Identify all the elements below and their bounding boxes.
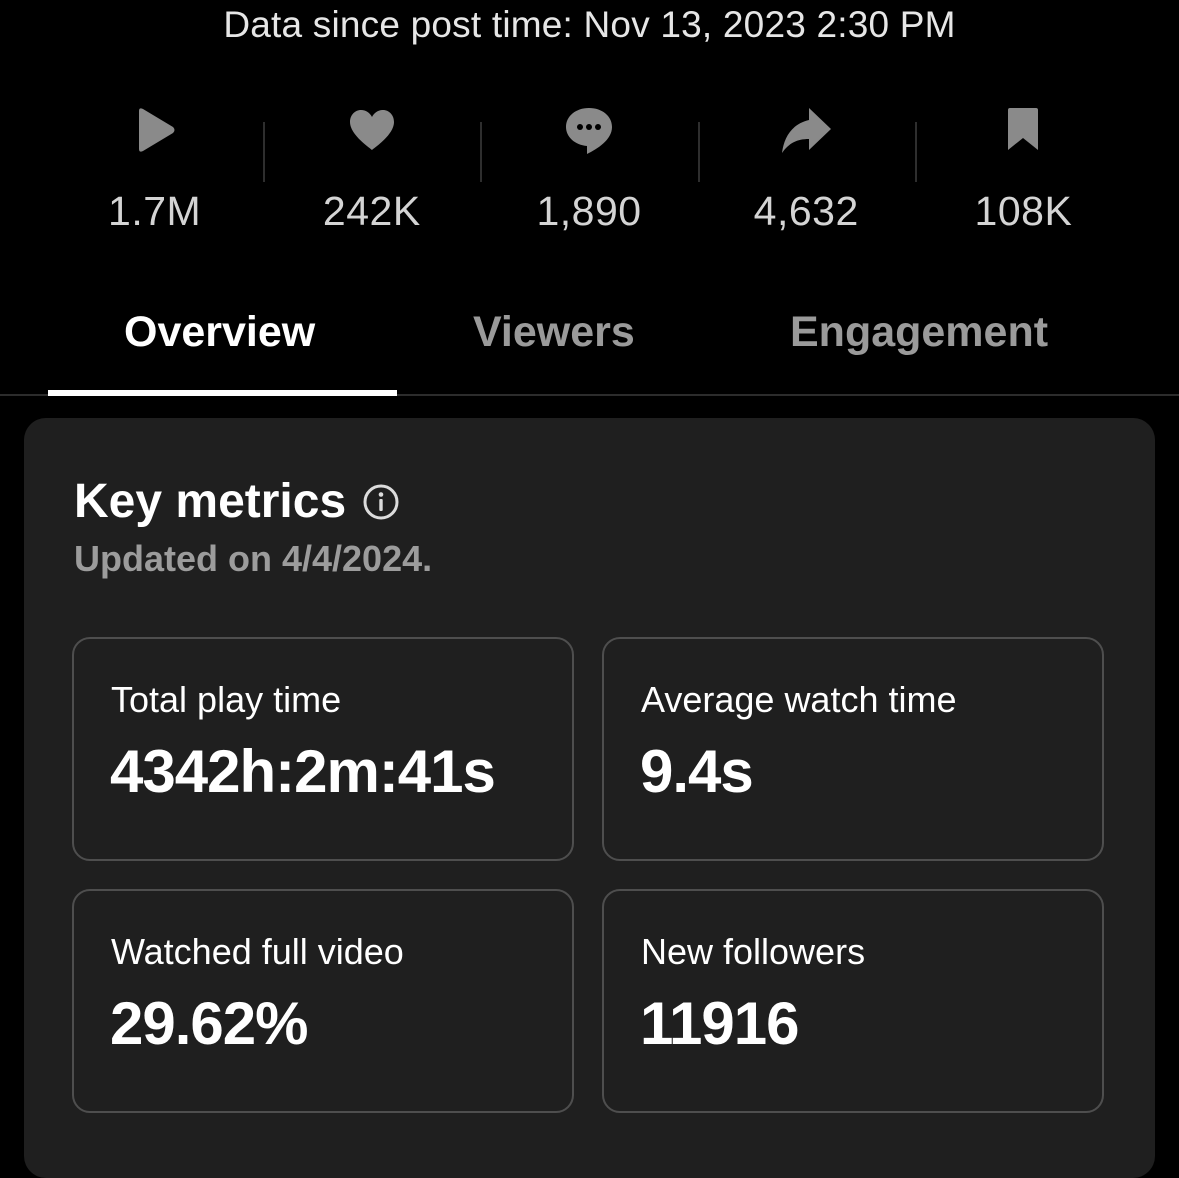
stat-comments-value: 1,890 (536, 188, 642, 234)
stat-shares-value: 4,632 (753, 188, 859, 234)
tab-engagement[interactable]: Engagement (790, 308, 1048, 357)
stat-views: 1.7M (46, 100, 263, 240)
comment-icon (561, 102, 617, 158)
stat-likes: 242K (263, 100, 480, 240)
metric-value: 9.4s (640, 738, 754, 805)
active-tab-indicator (48, 390, 397, 396)
stat-saves-value: 108K (974, 188, 1073, 234)
stat-saves: 108K (914, 100, 1132, 240)
info-icon[interactable] (362, 483, 400, 521)
bookmark-icon (995, 102, 1051, 158)
tab-bar: Overview Viewers Engagement (0, 290, 1179, 396)
metric-value: 11916 (640, 990, 800, 1057)
tab-viewers[interactable]: Viewers (473, 308, 635, 357)
stat-likes-value: 242K (322, 188, 421, 234)
stat-comments: 1,890 (480, 100, 697, 240)
metric-watched-full-video: Watched full video 29.62% (72, 889, 574, 1113)
stat-views-value: 1.7M (108, 188, 202, 234)
metric-label: Total play time (111, 679, 342, 720)
heart-icon (344, 102, 400, 158)
metric-value: 29.62% (110, 990, 308, 1057)
metric-label: New followers (641, 931, 866, 972)
metric-label: Average watch time (641, 679, 957, 720)
tab-overview[interactable]: Overview (124, 308, 315, 357)
post-time-label: Data since post time: Nov 13, 2023 2:30 … (223, 4, 956, 45)
key-metrics-header: Key metrics (74, 474, 400, 529)
metric-value: 4342h:2m:41s (110, 738, 496, 805)
metric-new-followers: New followers 11916 (602, 889, 1104, 1113)
key-metrics-card: Key metrics Updated on 4/4/2024. Total p… (24, 418, 1155, 1178)
share-icon (778, 102, 834, 158)
metric-average-watch-time: Average watch time 9.4s (602, 637, 1104, 861)
stat-shares: 4,632 (697, 100, 915, 240)
stats-row: 1.7M 242K 1,890 4,632 108K (46, 100, 1132, 240)
play-icon (127, 102, 183, 158)
metric-total-play-time: Total play time 4342h:2m:41s (72, 637, 574, 861)
metric-label: Watched full video (111, 931, 404, 972)
updated-date: Updated on 4/4/2024. (74, 538, 433, 579)
key-metrics-title: Key metrics (74, 475, 347, 528)
